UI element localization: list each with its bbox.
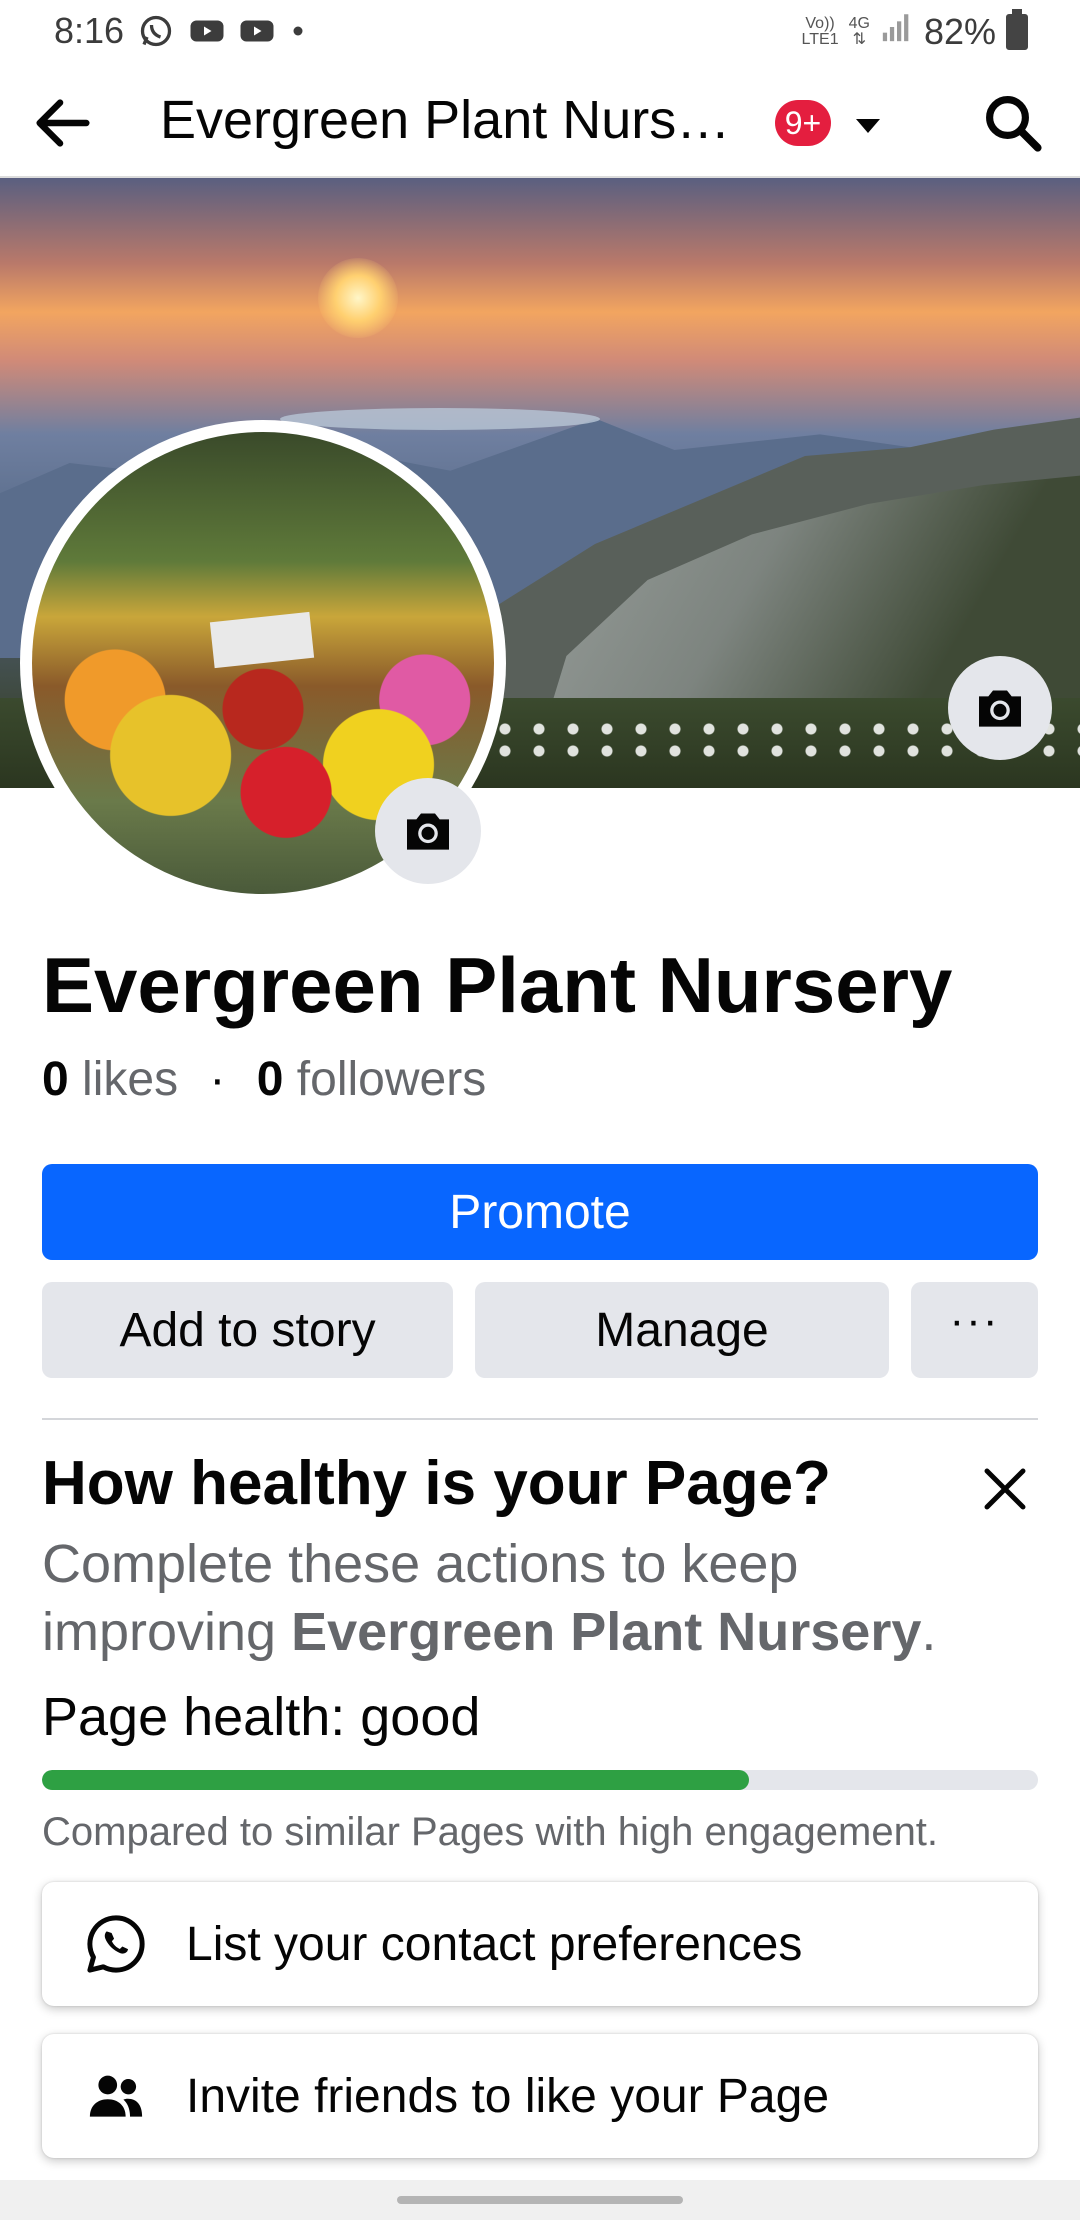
app-bar: Evergreen Plant Nursery 9+	[0, 64, 1080, 178]
cover-sun	[318, 258, 398, 338]
camera-icon	[407, 813, 449, 850]
edit-profile-photo-button[interactable]	[375, 778, 481, 884]
battery-icon	[1006, 8, 1028, 50]
health-card-title: How healthy is your Page?	[42, 1449, 831, 1518]
contact-preferences-card[interactable]: List your contact preferences	[42, 1882, 1038, 2006]
contact-preferences-label: List your contact preferences	[186, 1917, 803, 1971]
back-button[interactable]	[28, 88, 98, 158]
network-type: 4G ⇅	[848, 14, 870, 48]
promote-button[interactable]: Promote	[42, 1164, 1038, 1260]
status-time: 8:16	[54, 10, 125, 51]
page-stats: 0 likes · 0 followers	[42, 1052, 486, 1107]
edit-cover-photo-button[interactable]	[948, 656, 1052, 760]
more-dots-icon: ···	[949, 1296, 1000, 1345]
battery-percent: 82%	[923, 10, 996, 52]
add-to-story-button[interactable]: Add to story	[42, 1282, 453, 1378]
health-comparison-text: Compared to similar Pages with high enga…	[42, 1810, 939, 1854]
page-name: Evergreen Plant Nursery	[42, 941, 953, 1029]
search-icon	[986, 96, 1042, 152]
dot-icon	[288, 13, 324, 49]
notification-badge[interactable]: 9+	[775, 100, 831, 146]
page-health-status: Page health: good	[42, 1687, 481, 1747]
data-arrows-icon: ⇅	[852, 30, 866, 48]
volte-indicator: Vo)) LTE1	[801, 14, 839, 48]
status-bar: 8:16 Vo)) LTE1 4G ⇅ 82%	[0, 0, 1080, 64]
health-desc-page-name: Evergreen Plant Nursery	[291, 1602, 922, 1662]
back-arrow-icon	[36, 99, 90, 147]
stats-separator: ·	[209, 1053, 226, 1106]
page-health-progress-fill	[42, 1770, 750, 1790]
page-health-progress	[42, 1770, 1038, 1790]
status-left: 8:16	[54, 10, 324, 52]
camera-icon	[979, 690, 1021, 727]
whatsapp-icon	[138, 13, 174, 49]
invite-friends-label: Invite friends to like your Page	[186, 2069, 830, 2123]
home-indicator[interactable]	[397, 2196, 683, 2204]
lte-label: LTE1	[801, 30, 839, 48]
whatsapp-icon	[82, 1910, 150, 1978]
followers-count: 0	[256, 1053, 284, 1106]
signal-icon	[880, 10, 914, 53]
more-options-button[interactable]: ···	[911, 1282, 1038, 1378]
cover-lake	[280, 408, 600, 430]
chevron-down-icon[interactable]	[853, 114, 883, 138]
likes-label: likes	[82, 1053, 179, 1106]
profile-photo-tray	[209, 611, 315, 669]
network-type-label: 4G	[848, 14, 870, 32]
manage-button[interactable]: Manage	[475, 1282, 889, 1378]
invite-friends-card[interactable]: Invite friends to like your Page	[42, 2034, 1038, 2158]
health-card-description: Complete these actions to keep improving…	[42, 1530, 1032, 1666]
youtube-icon	[238, 13, 274, 49]
people-icon	[82, 2062, 150, 2130]
followers-label: followers	[296, 1053, 487, 1106]
page-title-header[interactable]: Evergreen Plant Nursery	[160, 84, 750, 156]
close-icon[interactable]	[978, 1462, 1032, 1516]
likes-count: 0	[42, 1053, 69, 1106]
youtube-icon	[188, 13, 224, 49]
health-desc-suffix: .	[921, 1602, 937, 1662]
search-button[interactable]	[980, 90, 1046, 156]
status-right: Vo)) LTE1 4G ⇅ 82%	[801, 8, 1028, 53]
volte-label: Vo))	[805, 14, 835, 32]
section-divider	[42, 1418, 1038, 1420]
